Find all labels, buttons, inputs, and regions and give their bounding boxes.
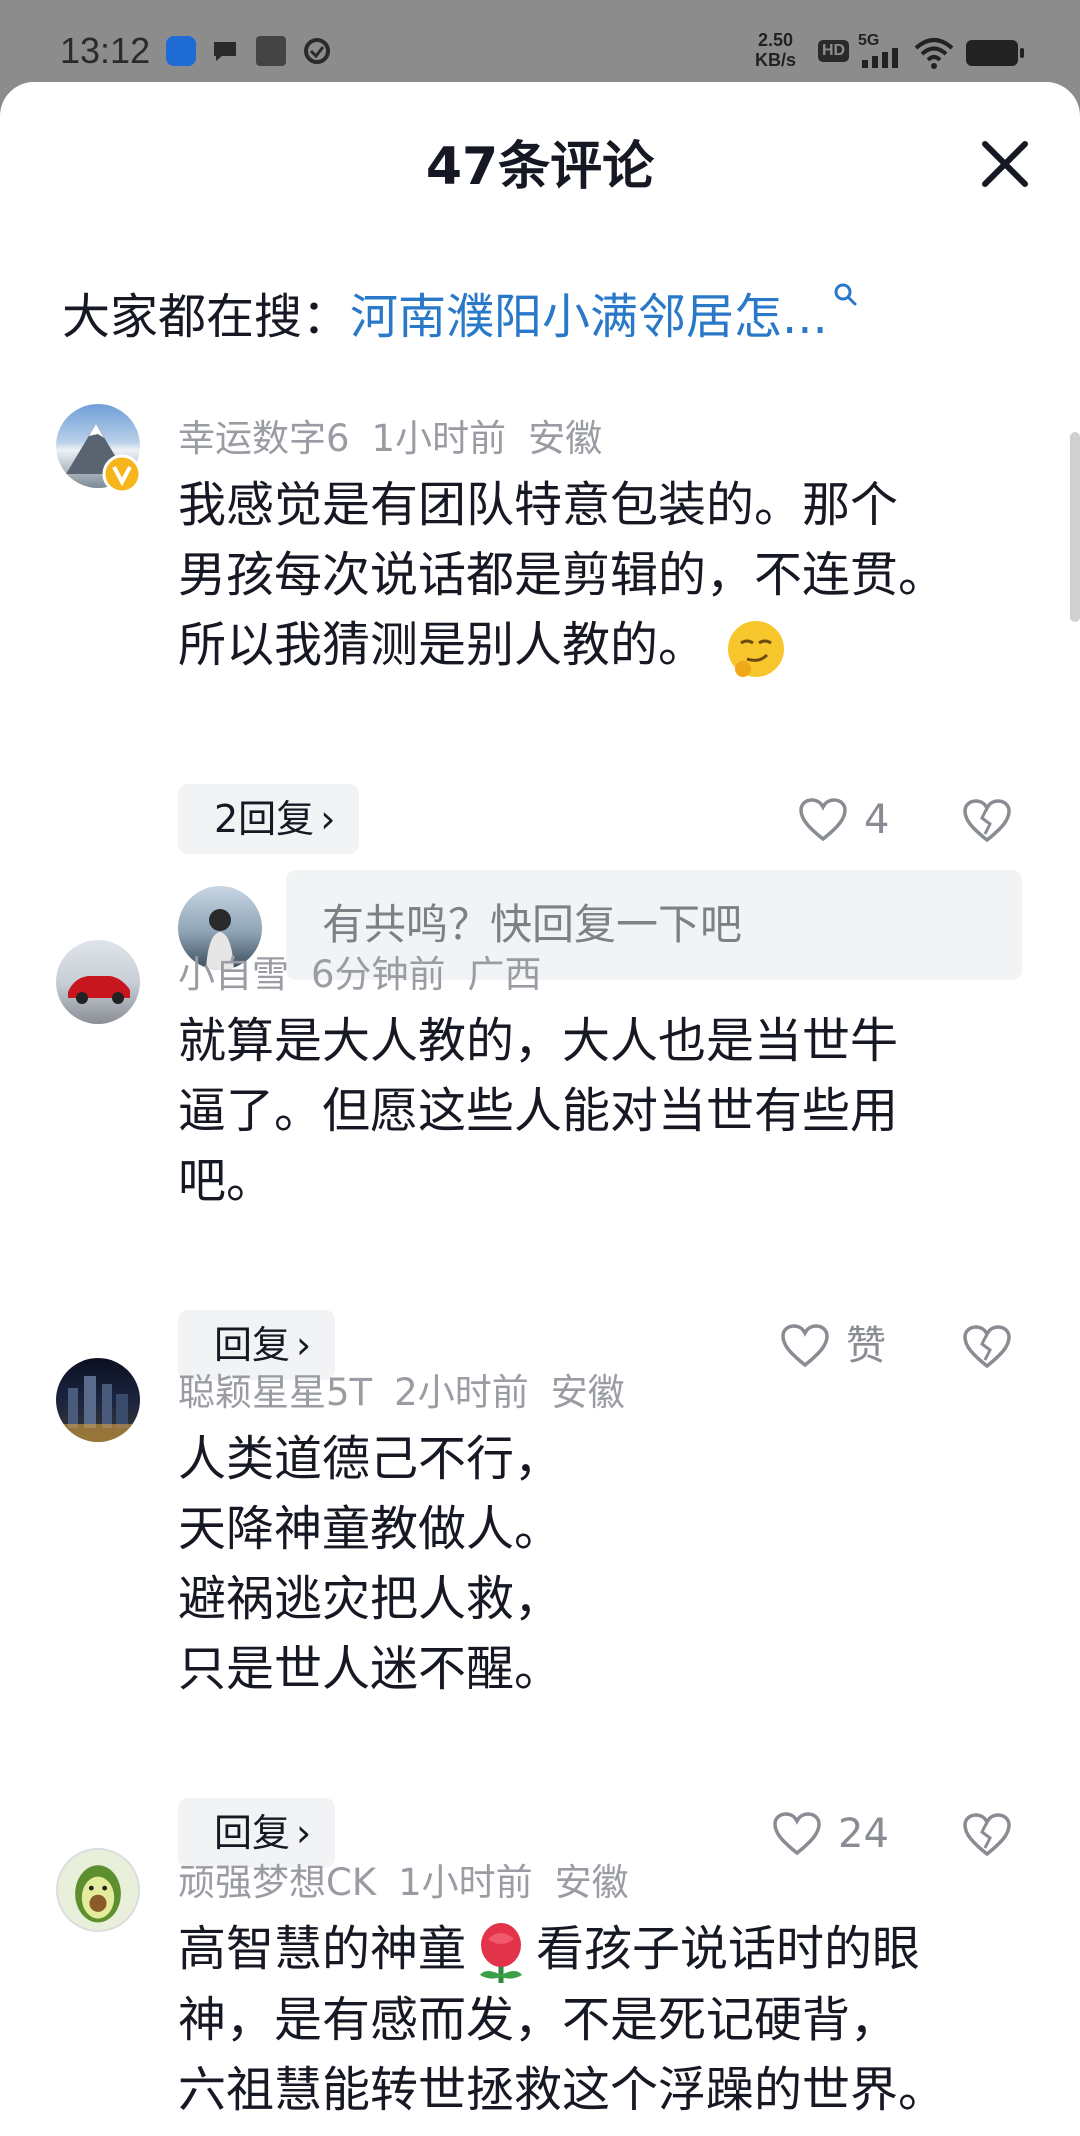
city-night-image (56, 1376, 140, 1442)
comment-time: 2小时前 (394, 1371, 529, 1414)
comment-line: 天降神童教做人。 (178, 1501, 563, 1557)
comment-line-text: 高智慧的神童 (178, 1921, 467, 1977)
comment-location: 安徽 (554, 1861, 629, 1904)
like-count: 4 (864, 797, 890, 843)
comment-line-text: 所以我猜测是别人教的。 (178, 617, 707, 673)
comment-line: 神，是有感而发，不是死记硬背， (178, 1992, 899, 2048)
comment-line: 人类道德己不行， (178, 1431, 563, 1487)
hot-search-query[interactable]: 河南濮阳小满邻居怎... (350, 289, 828, 345)
comment-line: 我感觉是有团队特意包装的。那个 (178, 477, 899, 533)
avatar[interactable] (56, 1358, 140, 1442)
wifi-icon (914, 38, 954, 69)
verified-badge-icon (102, 454, 142, 494)
comment-line: 避祸逃灾把人救， (178, 1571, 563, 1627)
comment-username[interactable]: 顽强梦想CK (178, 1861, 376, 1904)
comment-text: 人类道德己不行， 天降神童教做人。 避祸逃灾把人救， 只是世人迷不醒。 (178, 1424, 1038, 1704)
view-replies-button[interactable]: 2回复 › (178, 784, 360, 854)
comment-username[interactable]: 幸运数字6 (178, 417, 350, 460)
comment-line: 男孩每次说话都是剪辑的，不连贯。 (178, 547, 947, 603)
news-icon (256, 36, 286, 66)
comment-item: 聪颖星星5T 2小时前 安徽 人类道德己不行， 天降神童教做人。 避祸逃灾把人救， … (0, 1358, 1080, 1868)
battery-icon (966, 40, 1024, 66)
avatar[interactable] (56, 1848, 140, 1932)
comment-item: 幸运数字6 1小时前 安徽 我感觉是有团队特意包装的。那个 男孩每次说话都是剪辑的，… (0, 404, 1080, 980)
comment-line-text: 看孩子说话时的眼 (536, 1921, 921, 1977)
avocado-image (75, 1865, 121, 1923)
comment-location: 安徽 (550, 1371, 625, 1414)
heart-icon (799, 798, 847, 842)
hot-search-label: 大家都在搜： (62, 289, 351, 345)
avatar[interactable] (56, 940, 140, 1024)
comment-text: 就算是大人教的，大人也是当世牛 逼了。但愿这些人能对当世有些用 吧。 (178, 1006, 1038, 1216)
comment-line: 六祖慧能转世拯救这个浮躁的世界。 (178, 2062, 947, 2118)
signal-bars-icon (862, 48, 898, 68)
comment-line: 所以我猜测是别人教的。 (178, 610, 1038, 683)
comment-location: 安徽 (528, 417, 603, 460)
broken-heart-icon[interactable] (962, 796, 1012, 846)
net-speed: 2.50 KB/s (755, 30, 796, 70)
smirk-emoji (728, 621, 785, 677)
like-button[interactable]: 4 (798, 788, 889, 848)
net-speed-value: 2.50 (757, 30, 794, 50)
comment-username[interactable]: 聪颖星星5T (178, 1371, 372, 1414)
comment-line: 逼了。但愿这些人能对当世有些用 (178, 1083, 899, 1139)
rose-emoji (480, 1923, 523, 1983)
comment-line: 就算是大人教的，大人也是当世牛 (178, 1013, 899, 1069)
comment-username[interactable]: 小自雪 (178, 953, 289, 996)
comment-line: 高智慧的神童 看孩子说话时的眼 (178, 1914, 1038, 1985)
red-car-image (68, 976, 130, 1004)
chat-bubble-icon (214, 42, 236, 61)
comment-location: 广西 (467, 953, 542, 996)
status-time: 13:12 (60, 30, 151, 71)
comment-text: 我感觉是有团队特意包装的。那个 男孩每次说话都是剪辑的，不连贯。 所以我猜测是别… (178, 470, 1038, 683)
hot-search-bar[interactable]: 大家都在搜：河南濮阳小满邻居怎... (62, 277, 858, 347)
comment-meta: 小自雪 6分钟前 广西 (178, 944, 564, 998)
comments-sheet: 47条评论 大家都在搜：河南濮阳小满邻居怎... 幸运数字6 1小时前 安徽 我感觉… (0, 82, 1080, 2136)
comment-meta: 顽强梦想CK 1小时前 安徽 (178, 1852, 651, 1906)
comment-time: 6分钟前 (311, 953, 446, 996)
reply-button-label: 2回复 (214, 797, 315, 841)
check-circle-icon (304, 38, 330, 64)
comment-item: 小自雪 6分钟前 广西 就算是大人教的，大人也是当世牛 逼了。但愿这些人能对当世有些… (0, 940, 1080, 1380)
net-speed-unit: KB/s (755, 50, 797, 70)
comment-time: 1小时前 (371, 417, 507, 460)
hd-badge: HD (818, 40, 850, 62)
comment-item: 顽强梦想CK 1小时前 安徽 高智慧的神童 看孩子说话时的眼 神，是有感而发，不是死记… (0, 1848, 1080, 2136)
comment-meta: 聪颖星星5T 2小时前 安徽 (178, 1362, 647, 1416)
comment-line: 吧。 (178, 1153, 275, 1209)
comment-line: 只是世人迷不醒。 (178, 1641, 563, 1697)
search-icon[interactable] (832, 281, 858, 307)
app-icon (166, 36, 196, 66)
comment-meta: 幸运数字6 1小时前 安徽 (178, 408, 624, 462)
close-icon[interactable] (975, 134, 1035, 194)
comments-title: 47条评论 (425, 137, 655, 197)
chevron-right-icon: › (320, 797, 336, 841)
comment-time: 1小时前 (398, 1861, 533, 1904)
comment-text: 高智慧的神童 看孩子说话时的眼 神，是有感而发，不是死记硬背， 六祖慧能转世拯救这… (178, 1914, 1038, 2125)
